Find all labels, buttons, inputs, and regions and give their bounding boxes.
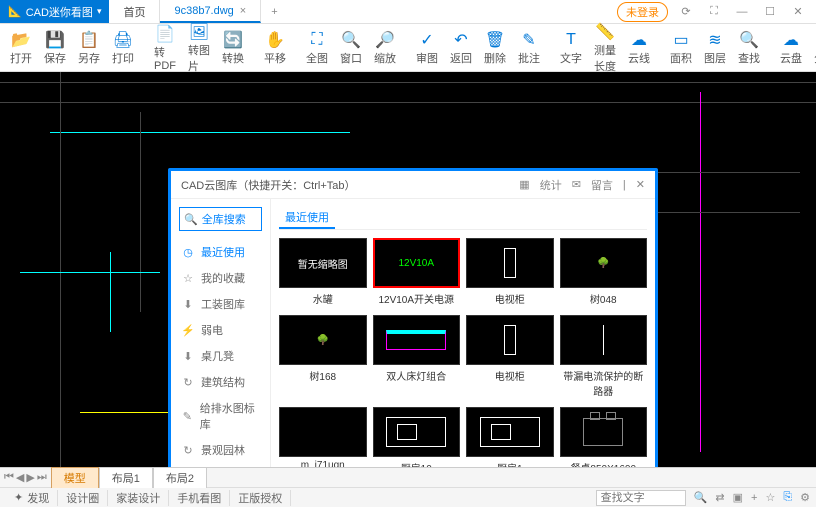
toolbar-批注[interactable]: ✎批注 [512, 28, 546, 68]
recent-tab[interactable]: 最近使用 [279, 207, 335, 229]
login-button[interactable]: 未登录 [617, 2, 668, 22]
tool5-icon[interactable]: ⎘ [783, 491, 792, 504]
tool3-icon[interactable]: + [751, 492, 757, 504]
nav-last-icon[interactable]: ⏭ [37, 471, 47, 484]
nav-prev-icon[interactable]: ◀ [16, 471, 24, 484]
nav-next-icon[interactable]: ▶ [26, 471, 34, 484]
gallery-dialog: CAD云图库（快捷开关：Ctrl+Tab） ▦ 统计 ✉ 留言 | ✕ 🔍 全库… [168, 168, 658, 467]
toolbar-测量长度[interactable]: 📏测量长度 [588, 20, 622, 76]
tab-home[interactable]: 首页 [109, 0, 160, 23]
toolbar-云线[interactable]: ☁云线 [622, 28, 656, 68]
toolbar-转PDF[interactable]: 📄转PDF [148, 22, 182, 74]
status-license[interactable]: 正版授权 [230, 490, 291, 506]
layout-tab-1[interactable]: 布局1 [99, 467, 153, 488]
feedback-icon[interactable]: ✉ [572, 178, 581, 191]
sidebar-item-弱电[interactable]: ⚡弱电 [179, 317, 262, 343]
sidebar-item-最近使用[interactable]: ◷最近使用 [179, 239, 262, 265]
close-icon[interactable]: × [240, 5, 246, 17]
gallery-card[interactable]: 厨房1 [466, 407, 554, 467]
status-mobile[interactable]: 手机看图 [169, 490, 230, 506]
toolbar-文字[interactable]: T文字 [554, 28, 588, 68]
sidebar-item-建筑结构[interactable]: ↻建筑结构 [179, 369, 262, 395]
toolbar-查找[interactable]: 🔍查找 [732, 28, 766, 68]
toolbar-打印[interactable]: 🖨打印 [106, 28, 140, 68]
sidebar-item-桌几凳[interactable]: ⬇桌几凳 [179, 343, 262, 369]
gallery-card[interactable]: 12V10A12V10A开关电源 [373, 238, 461, 309]
toolbar-删除[interactable]: 🗑删除 [478, 28, 512, 68]
refresh-icon[interactable]: ⟳ [676, 5, 696, 18]
gallery-card[interactable]: 带漏电流保护的断路器 [560, 315, 648, 401]
feedback-link[interactable]: 留言 [591, 177, 613, 193]
toolbar-另存[interactable]: 📋另存 [72, 28, 106, 68]
settings-icon[interactable]: ⚙ [800, 491, 810, 504]
dialog-close-icon[interactable]: ✕ [636, 178, 645, 191]
maximize-icon[interactable]: ☐ [760, 5, 780, 18]
toolbar-返回[interactable]: ↶返回 [444, 28, 478, 68]
gallery-card[interactable]: 电视柜 [466, 238, 554, 309]
sidebar-item-我的收藏[interactable]: ☆我的收藏 [179, 265, 262, 291]
search-icon[interactable]: 🔍 [694, 491, 708, 504]
gallery-card[interactable]: 双人床灯组合 [373, 315, 461, 401]
toolbar-窗口[interactable]: 🔍窗口 [334, 28, 368, 68]
toolbar-分享[interactable]: ↗分享 [808, 28, 816, 68]
sidebar-item-景观园林[interactable]: ↻景观园林 [179, 437, 262, 463]
toolbar-转图片[interactable]: 🖼转图片 [182, 20, 216, 76]
dialog-title: CAD云图库（快捷开关：Ctrl+Tab） [181, 177, 356, 193]
layout-tab-model[interactable]: 模型 [51, 467, 99, 488]
find-text-input[interactable] [596, 490, 686, 506]
tool2-icon[interactable]: ▣ [733, 491, 743, 504]
gallery-card[interactable]: 🌳树048 [560, 238, 648, 309]
status-design[interactable]: 设计圈 [58, 490, 108, 506]
minimize-icon[interactable]: — [732, 6, 752, 18]
close-window-icon[interactable]: ✕ [788, 5, 808, 18]
toolbar-全图[interactable]: ⛶全图 [300, 28, 334, 68]
tool4-icon[interactable]: ☆ [765, 491, 775, 504]
toolbar-面积[interactable]: ▭面积 [664, 28, 698, 68]
sidebar-item-工装图库[interactable]: ⬇工装图库 [179, 291, 262, 317]
gallery-card[interactable]: 暂无缩略图水罐 [279, 238, 367, 309]
nav-first-icon[interactable]: ⏮ [4, 471, 14, 484]
tab-add[interactable]: + [261, 6, 287, 18]
toolbar-打开[interactable]: 📂打开 [4, 28, 38, 68]
app-title[interactable]: 📐 CAD迷你看图 ▾ [0, 0, 109, 23]
sidebar-item-给排水图标库[interactable]: ✎给排水图标库 [179, 395, 262, 437]
status-discover[interactable]: ✦发现 [6, 490, 58, 506]
sidebar-item-机械2D[interactable]: ✎机械2D [179, 463, 262, 467]
stats-link[interactable]: 统计 [540, 177, 562, 193]
toolbar-转换[interactable]: 🔄转换 [216, 28, 250, 68]
toolbar-缩放[interactable]: 🔎缩放 [368, 28, 402, 68]
expand-icon[interactable]: ⛶ [704, 5, 724, 18]
toolbar-审图[interactable]: ✓审图 [410, 28, 444, 68]
layout-tab-2[interactable]: 布局2 [153, 467, 207, 488]
toolbar: 📂打开💾保存📋另存🖨打印📄转PDF🖼转图片🔄转换✋平移⛶全图🔍窗口🔎缩放✓审图↶… [0, 24, 816, 72]
toolbar-平移[interactable]: ✋平移 [258, 28, 292, 68]
gallery-card[interactable]: 🌳树168 [279, 315, 367, 401]
search-icon: 🔍 [184, 213, 198, 226]
status-home[interactable]: 家装设计 [108, 490, 169, 506]
gallery-card[interactable]: 餐桌850X1600 [560, 407, 648, 467]
tool1-icon[interactable]: ⇄ [715, 491, 724, 504]
stats-icon[interactable]: ▦ [519, 178, 529, 191]
gallery-search[interactable]: 🔍 全库搜索 [179, 207, 262, 231]
gallery-card[interactable]: 厨房10 [373, 407, 461, 467]
toolbar-云盘[interactable]: ☁云盘 [774, 28, 808, 68]
gallery-card[interactable]: m_j71uqn [279, 407, 367, 467]
gallery-card[interactable]: 电视柜 [466, 315, 554, 401]
drawing-canvas[interactable]: CAD云图库（快捷开关：Ctrl+Tab） ▦ 统计 ✉ 留言 | ✕ 🔍 全库… [0, 72, 816, 467]
toolbar-图层[interactable]: ≋图层 [698, 28, 732, 68]
toolbar-保存[interactable]: 💾保存 [38, 28, 72, 68]
